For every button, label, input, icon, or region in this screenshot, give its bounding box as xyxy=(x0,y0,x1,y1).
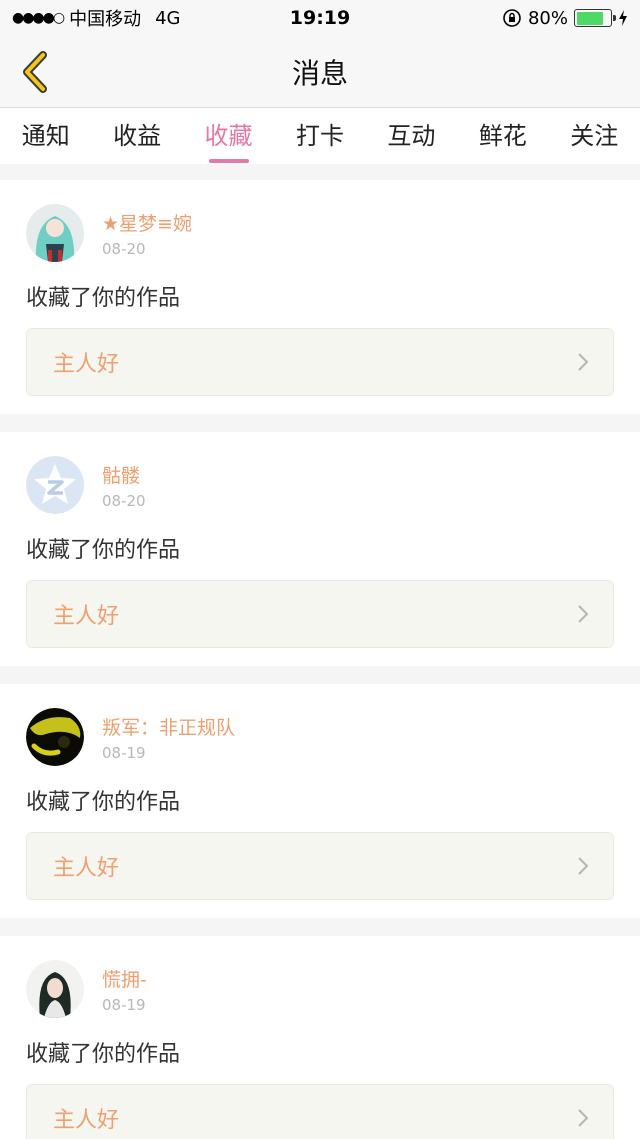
message-card: 慌拥- 08-19 收藏了你的作品 主人好 xyxy=(0,936,640,1139)
message-date: 08-19 xyxy=(102,995,146,1014)
back-chevron-icon xyxy=(23,51,47,93)
tab-interactions[interactable]: 互动 xyxy=(383,116,439,151)
battery-icon xyxy=(574,9,616,27)
status-right: 80% xyxy=(502,8,628,29)
chevron-right-icon xyxy=(578,857,589,875)
message-header: 骷髅 08-20 xyxy=(26,456,614,514)
avatar[interactable] xyxy=(26,204,84,262)
nav-bar: 消息 xyxy=(0,36,640,108)
work-link[interactable]: 主人好 xyxy=(26,1084,614,1139)
tab-favorites[interactable]: 收藏 xyxy=(201,116,257,163)
work-link[interactable]: 主人好 xyxy=(26,328,614,396)
message-list: ★星梦≡婉 08-20 收藏了你的作品 主人好 骷髅 08-20 收藏了你的作品… xyxy=(0,164,640,1139)
work-link[interactable]: 主人好 xyxy=(26,832,614,900)
carrier-label: 中国移动 xyxy=(69,9,142,30)
tab-earnings[interactable]: 收益 xyxy=(109,116,165,151)
message-header: 慌拥- 08-19 xyxy=(26,960,614,1018)
battery-level xyxy=(576,11,603,25)
work-title: 主人好 xyxy=(53,352,120,377)
message-action: 收藏了你的作品 xyxy=(26,790,181,815)
status-bar: ●●●●○ 中国移动 4G 19:19 80% xyxy=(0,0,640,36)
tab-checkin[interactable]: 打卡 xyxy=(292,116,348,151)
message-date: 08-19 xyxy=(102,743,146,762)
page-title: 消息 xyxy=(291,56,348,90)
username[interactable]: ★星梦≡婉 xyxy=(102,209,192,236)
anime-girl-avatar-icon xyxy=(26,204,84,262)
message-header: 叛军：非正规队 08-19 xyxy=(26,708,614,766)
network-label: 4G xyxy=(155,7,181,29)
chevron-right-icon xyxy=(578,605,589,623)
work-link[interactable]: 主人好 xyxy=(26,580,614,648)
message-card: ★星梦≡婉 08-20 收藏了你的作品 主人好 xyxy=(0,180,640,414)
username[interactable]: 慌拥- xyxy=(102,965,147,992)
chevron-right-icon xyxy=(578,353,589,371)
message-date: 08-20 xyxy=(102,491,146,510)
rotation-lock-icon xyxy=(503,9,521,27)
message-action: 收藏了你的作品 xyxy=(26,538,181,563)
work-title: 主人好 xyxy=(53,1108,120,1133)
dark-yellow-avatar-icon xyxy=(26,708,84,766)
girl-portrait-avatar-icon xyxy=(26,960,84,1018)
work-title: 主人好 xyxy=(53,604,120,629)
message-card: 叛军：非正规队 08-19 收藏了你的作品 主人好 xyxy=(0,684,640,918)
charging-bolt-icon xyxy=(619,10,627,26)
work-title: 主人好 xyxy=(53,856,120,881)
avatar[interactable] xyxy=(26,456,84,514)
user-meta: 叛军：非正规队 08-19 xyxy=(102,713,235,762)
tab-flowers[interactable]: 鲜花 xyxy=(475,116,531,151)
message-header: ★星梦≡婉 08-20 xyxy=(26,204,614,262)
status-left: ●●●●○ 中国移动 4G xyxy=(12,5,181,31)
tab-bar: 通知 收益 收藏 打卡 互动 鲜花 关注 xyxy=(0,108,640,164)
avatar[interactable] xyxy=(26,708,84,766)
tab-notifications[interactable]: 通知 xyxy=(18,116,74,151)
tab-following[interactable]: 关注 xyxy=(566,116,622,151)
chevron-right-icon xyxy=(578,1109,589,1127)
message-action: 收藏了你的作品 xyxy=(26,286,181,311)
back-button[interactable] xyxy=(14,50,54,94)
message-date: 08-20 xyxy=(102,239,146,258)
user-meta: 慌拥- 08-19 xyxy=(102,965,147,1014)
username[interactable]: 骷髅 xyxy=(102,461,146,488)
qzone-star-avatar-icon xyxy=(26,456,84,514)
battery-percent: 80% xyxy=(527,7,568,29)
signal-strength-icon: ●●●●○ xyxy=(12,10,65,26)
user-meta: ★星梦≡婉 08-20 xyxy=(102,209,192,258)
user-meta: 骷髅 08-20 xyxy=(102,461,146,510)
message-card: 骷髅 08-20 收藏了你的作品 主人好 xyxy=(0,432,640,666)
avatar[interactable] xyxy=(26,960,84,1018)
username[interactable]: 叛军：非正规队 xyxy=(102,713,235,740)
message-action: 收藏了你的作品 xyxy=(26,1042,181,1067)
